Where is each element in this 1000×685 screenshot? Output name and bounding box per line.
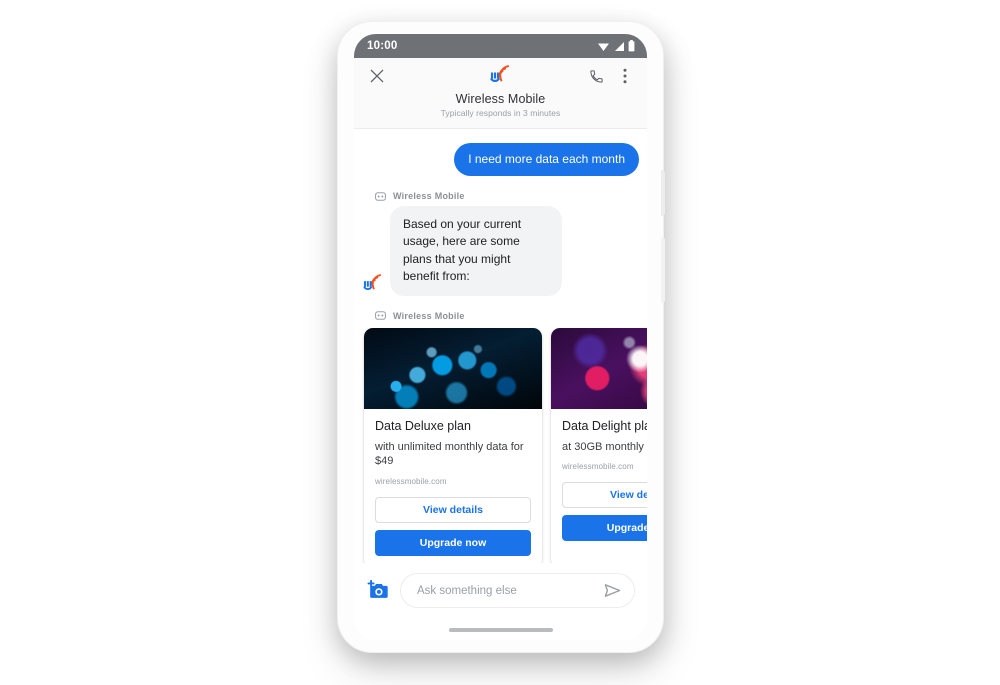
device-power-button[interactable] bbox=[661, 170, 665, 216]
phone-screen: 10:00 Wireless Mobile Typically responds… bbox=[354, 34, 647, 640]
plan-card-title: Data Deluxe plan bbox=[375, 418, 471, 433]
verified-business-badge-icon bbox=[375, 311, 386, 320]
message-input-container[interactable] bbox=[400, 573, 635, 608]
page-title: Wireless Mobile bbox=[455, 92, 546, 106]
send-icon bbox=[604, 584, 620, 597]
app-bar: Wireless Mobile Typically responds in 3 … bbox=[354, 58, 647, 129]
view-details-button[interactable]: View details bbox=[375, 497, 531, 524]
plan-card-description: at 30GB monthly data for $25 bbox=[562, 440, 647, 453]
wifi-icon bbox=[598, 43, 609, 51]
app-bar-actions bbox=[586, 65, 635, 87]
cards-sender-name: Wireless Mobile bbox=[393, 310, 465, 321]
more-vert-icon bbox=[623, 68, 627, 84]
user-message-bubble: I need more data each month bbox=[454, 143, 639, 176]
bot-sender-line: Wireless Mobile bbox=[354, 191, 647, 201]
message-input[interactable] bbox=[417, 584, 602, 597]
fiber-optic-blue-image bbox=[364, 327, 542, 409]
conversation-scroll-area[interactable]: I need more data each month Wireless Mob… bbox=[354, 129, 647, 563]
close-button[interactable] bbox=[366, 65, 388, 87]
phone-call-icon bbox=[589, 69, 603, 83]
android-gesture-nav-bar bbox=[354, 620, 647, 640]
send-button[interactable] bbox=[602, 581, 622, 601]
plan-card-body: Data Delight plan at 30GB monthly data f… bbox=[551, 409, 647, 554]
upgrade-now-button[interactable]: Upgrade now bbox=[375, 530, 531, 557]
status-bar-clock: 10:00 bbox=[367, 40, 398, 52]
battery-icon bbox=[628, 40, 635, 52]
overflow-menu-button[interactable] bbox=[615, 65, 635, 87]
bot-sender-name: Wireless Mobile bbox=[393, 191, 465, 201]
plan-card-domain: wirelessmobile.com bbox=[562, 462, 634, 472]
close-icon bbox=[370, 69, 384, 83]
view-details-button[interactable]: View details bbox=[562, 482, 647, 509]
plan-card-domain: wirelessmobile.com bbox=[375, 477, 447, 487]
phone-device-frame: 10:00 Wireless Mobile Typically responds… bbox=[338, 22, 665, 652]
bot-message-bubble: Based on your current usage, here are so… bbox=[390, 206, 562, 296]
gesture-home-pill[interactable] bbox=[448, 628, 553, 632]
add-photo-button[interactable] bbox=[366, 579, 390, 603]
plan-card-body: Data Deluxe plan with unlimited monthly … bbox=[364, 409, 542, 563]
wireless-mobile-logo bbox=[363, 274, 382, 291]
message-composer bbox=[354, 563, 647, 620]
bot-message-row: Based on your current usage, here are so… bbox=[354, 206, 647, 296]
plan-card[interactable]: Data Deluxe plan with unlimited monthly … bbox=[364, 327, 542, 563]
cellular-signal-icon bbox=[615, 41, 624, 51]
verified-business-badge-icon bbox=[375, 191, 386, 201]
plan-card-description: with unlimited monthly data for $49 bbox=[375, 440, 524, 468]
upgrade-now-button[interactable]: Upgrade now bbox=[562, 515, 647, 542]
plan-card-carousel[interactable]: Data Deluxe plan with unlimited monthly … bbox=[354, 327, 647, 563]
plan-card[interactable]: Data Delight plan at 30GB monthly data f… bbox=[551, 327, 647, 563]
app-bar-top-row bbox=[366, 65, 635, 87]
response-time-subtitle: Typically responds in 3 minutes bbox=[440, 108, 561, 118]
pink-bokeh-lights-image bbox=[551, 327, 647, 409]
status-bar: 10:00 bbox=[354, 34, 647, 58]
device-volume-button[interactable] bbox=[661, 237, 665, 303]
avatar bbox=[362, 272, 384, 294]
add-photo-camera-icon bbox=[367, 580, 388, 598]
user-message-row: I need more data each month bbox=[354, 143, 647, 176]
call-button[interactable] bbox=[586, 65, 606, 87]
plan-card-title: Data Delight plan bbox=[562, 418, 647, 433]
cards-sender-line: Wireless Mobile bbox=[354, 311, 647, 321]
status-bar-icons bbox=[597, 40, 635, 52]
